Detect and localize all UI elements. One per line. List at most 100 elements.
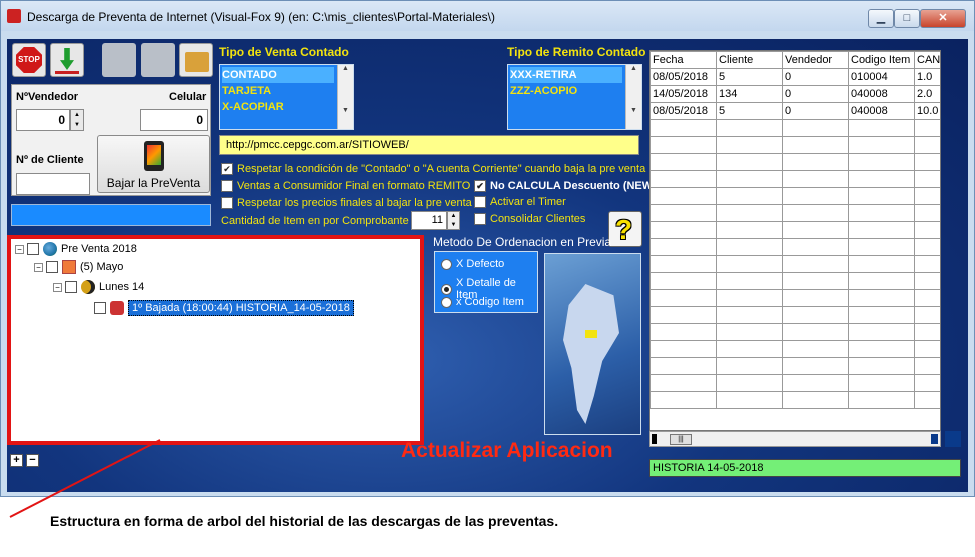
table-cell[interactable] [914,136,940,154]
table-cell[interactable] [716,204,783,222]
table-cell[interactable] [650,306,717,324]
table-cell[interactable] [848,238,915,256]
table-cell[interactable] [848,119,915,137]
table-cell[interactable] [914,391,940,409]
table-cell[interactable] [914,221,940,239]
table-row-empty[interactable] [650,340,940,358]
checkbox-icon[interactable] [46,261,58,273]
table-cell[interactable] [716,306,783,324]
collapse-icon[interactable]: − [53,282,62,292]
respetar-precios-checkbox[interactable]: Respetar los precios finales al bajar la… [221,197,472,209]
table-cell[interactable] [650,238,717,256]
stop-button[interactable]: STOP [12,43,46,77]
table-cell[interactable] [848,204,915,222]
list-scrollbar[interactable]: ▲ ▼ [337,65,353,129]
table-row-empty[interactable] [650,204,940,222]
table-cell[interactable] [650,340,717,358]
table-cell[interactable] [848,306,915,324]
grid-column-header[interactable]: CANTI [914,51,940,69]
bajar-preventa-button[interactable]: Bajar la PreVenta [97,135,210,193]
table-cell[interactable] [782,357,849,375]
table-row-empty[interactable] [650,374,940,392]
table-cell[interactable] [716,119,783,137]
table-row[interactable]: 14/05/2018 134 0 040008 2.0 [650,85,940,103]
table-cell[interactable]: 010004 [848,68,915,86]
table-row-empty[interactable] [650,272,940,290]
table-cell[interactable]: 2.0 [914,85,940,103]
table-row-empty[interactable] [650,255,940,273]
table-cell[interactable] [782,391,849,409]
table-cell[interactable] [650,119,717,137]
table-cell[interactable] [650,374,717,392]
table-cell[interactable] [782,187,849,205]
tree-node-download[interactable]: 1º Bajada (18:00:44) HISTORIA_14-05-2018 [94,300,354,316]
table-cell[interactable] [650,255,717,273]
actualizar-aplicacion-link[interactable]: Actualizar Aplicacion [401,439,613,463]
download-button[interactable] [50,43,84,77]
table-cell[interactable]: 5 [716,68,783,86]
collapse-icon[interactable]: − [15,244,24,254]
table-cell[interactable] [716,357,783,375]
preventa-grid[interactable]: FechaClienteVendedorCodigo ItemCANTI 08/… [649,50,941,431]
table-cell[interactable] [716,391,783,409]
table-cell[interactable] [914,170,940,188]
collapse-icon[interactable]: − [34,262,43,272]
table-cell[interactable] [716,136,783,154]
table-cell[interactable] [848,170,915,188]
cash-register-button[interactable] [179,43,213,77]
table-row-empty[interactable] [650,323,940,341]
close-button[interactable]: ✕ [920,9,966,28]
table-cell[interactable] [716,255,783,273]
table-cell[interactable] [914,153,940,171]
table-row-empty[interactable] [650,238,940,256]
table-cell[interactable] [716,374,783,392]
table-cell[interactable] [914,238,940,256]
table-cell[interactable] [650,221,717,239]
table-row[interactable]: 08/05/2018 5 0 010004 1.0 [650,68,940,86]
table-cell[interactable]: 0 [782,85,849,103]
table-cell[interactable] [782,238,849,256]
disabled-tool-button-1[interactable] [102,43,136,77]
table-cell[interactable] [782,272,849,290]
table-cell[interactable] [914,255,940,273]
table-cell[interactable]: 14/05/2018 [650,85,717,103]
radio-x-codigo-item[interactable]: x Codigo Item [441,296,524,308]
table-cell[interactable] [650,187,717,205]
table-cell[interactable] [650,357,717,375]
table-cell[interactable] [782,153,849,171]
table-row-empty[interactable] [650,119,940,137]
table-cell[interactable] [716,187,783,205]
scroll-thumb[interactable]: ||| [670,434,692,445]
table-row-empty[interactable] [650,289,940,307]
table-cell[interactable] [848,255,915,273]
tree-node-year[interactable]: − Pre Venta 2018 [15,242,137,256]
table-cell[interactable] [650,323,717,341]
scroll-left-icon[interactable] [652,434,657,444]
table-cell[interactable] [782,323,849,341]
table-cell[interactable] [716,323,783,341]
table-cell[interactable]: 040008 [848,102,915,120]
tipo-remito-list[interactable]: XXX-RETIRA ZZZ-ACOPIO ▲ ▼ [507,64,642,130]
table-cell[interactable] [914,204,940,222]
checkbox-icon[interactable] [94,302,106,314]
table-cell[interactable]: 08/05/2018 [650,68,717,86]
grid-column-header[interactable]: Fecha [650,51,717,69]
vendedor-input[interactable]: 0 [16,109,70,131]
table-cell[interactable] [650,391,717,409]
table-cell[interactable] [914,119,940,137]
table-cell[interactable]: 0 [782,68,849,86]
grid-column-header[interactable]: Cliente [716,51,783,69]
table-cell[interactable] [650,170,717,188]
list-scrollbar[interactable]: ▲ ▼ [625,65,641,129]
table-row-empty[interactable] [650,221,940,239]
ventas-consumidor-checkbox[interactable]: Ventas a Consumidor Final en formato REM… [221,180,470,192]
table-cell[interactable]: 0 [782,102,849,120]
table-cell[interactable] [782,119,849,137]
table-cell[interactable] [716,170,783,188]
table-cell[interactable]: 5 [716,102,783,120]
minimize-button[interactable]: ▁ [868,9,894,28]
table-cell[interactable] [716,272,783,290]
list-item[interactable]: XXX-RETIRA [510,67,622,83]
table-cell[interactable] [848,323,915,341]
disabled-tool-button-2[interactable] [141,43,175,77]
